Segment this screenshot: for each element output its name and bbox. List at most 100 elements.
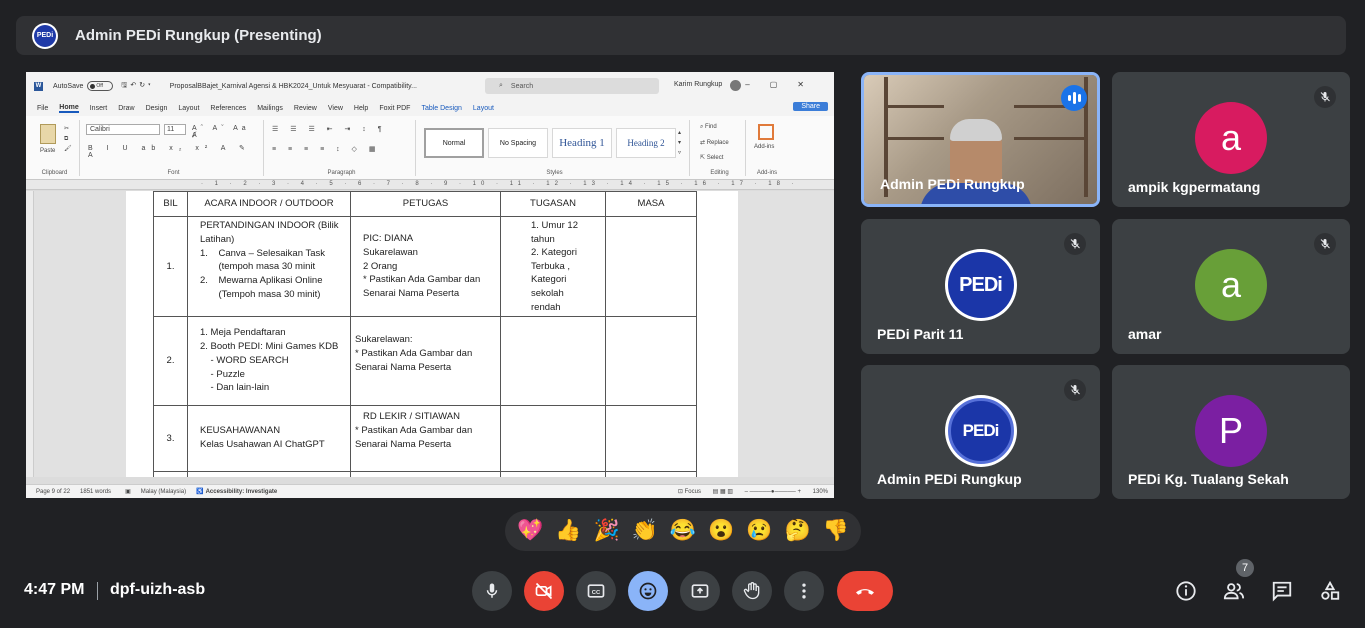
present-icon [691, 584, 709, 598]
addins-button-label[interactable]: Add-ins [754, 144, 774, 150]
tab-table-layout[interactable]: Layout [473, 105, 494, 112]
select-icon: ⇱ [700, 155, 707, 161]
paste-icon[interactable] [40, 124, 56, 144]
mic-button[interactable] [472, 571, 512, 611]
reaction-heart[interactable]: 💖 [517, 519, 543, 543]
view-controls[interactable]: ⊡ Focus ▤ ▦ ▥ – ─────●───── + 130% [668, 488, 828, 495]
share-button[interactable]: Share [793, 102, 828, 111]
reaction-surprised[interactable]: 😮 [708, 519, 734, 543]
page-count[interactable]: Page 9 of 22 [36, 489, 70, 495]
participant-count-badge: 7 [1236, 559, 1254, 577]
raise-hand-button[interactable] [732, 571, 772, 611]
word-app-icon: W [34, 81, 43, 91]
captions-button[interactable]: CC [576, 571, 616, 611]
style-heading-1[interactable]: Heading 1 [552, 128, 612, 158]
reaction-thumbs-down[interactable]: 👎 [823, 519, 849, 543]
editing-group-label: Editing [710, 170, 729, 176]
font-name-select[interactable]: Calibri [86, 124, 160, 135]
styles-group-label: Styles [546, 170, 563, 176]
mic-off-icon [1314, 86, 1336, 108]
reaction-thinking[interactable]: 🤔 [785, 519, 811, 543]
chat-button[interactable] [1269, 578, 1295, 604]
style-no-spacing[interactable]: No Spacing [488, 128, 548, 158]
participant-avatar: P [1195, 395, 1267, 467]
participant-tile[interactable]: a amar [1112, 219, 1350, 354]
word-user-avatar[interactable] [730, 80, 741, 91]
tab-review[interactable]: Review [294, 105, 317, 112]
leave-call-button[interactable] [837, 571, 893, 611]
tugasan-cell [500, 316, 606, 407]
activities-button[interactable] [1317, 578, 1343, 604]
tab-foxit-pdf[interactable]: Foxit PDF [379, 105, 410, 112]
document-page[interactable]: BIL ACARA INDOOR / OUTDOOR PETUGAS TUGAS… [126, 191, 738, 477]
reaction-thumbs-up[interactable]: 👍 [555, 519, 581, 543]
list-buttons[interactable]: ☰ ☰ ☰ ⇤ ⇥ ↕ ¶ [272, 125, 387, 133]
vertical-ruler[interactable] [26, 191, 34, 477]
ruler-marks: · 1 · 2 · 3 · 4 · 5 · 6 · 7 · 8 · 9 · 10… [201, 181, 799, 187]
window-controls[interactable]: –▢✕ [745, 80, 824, 89]
tab-help[interactable]: Help [354, 105, 368, 112]
present-button[interactable] [680, 571, 720, 611]
tab-table-design[interactable]: Table Design [421, 105, 461, 112]
style-normal[interactable]: Normal [424, 128, 484, 158]
addins-icon[interactable] [758, 124, 774, 140]
meeting-info-button[interactable] [1173, 578, 1199, 604]
align-buttons[interactable]: ≡ ≡ ≡ ≡ ↕ ◇ ▦ [272, 145, 381, 153]
find-button[interactable]: ⌕ Find [700, 124, 717, 131]
shared-screen[interactable]: W AutoSave Off 🖫↶↻▾ ProposalBBajet_Karni… [26, 72, 834, 498]
participant-tile[interactable]: PEDi Admin PEDi Rungkup [861, 365, 1100, 499]
reaction-sad[interactable]: 😢 [746, 519, 772, 543]
program-table[interactable]: BIL ACARA INDOOR / OUTDOOR PETUGAS TUGAS… [153, 191, 697, 477]
participant-tile[interactable]: a ampik kgpermatang [1112, 72, 1350, 207]
paste-label[interactable]: Paste [40, 148, 55, 154]
people-icon [1223, 583, 1245, 600]
format-buttons[interactable]: B I U ab x₂ x² A ✎ A [88, 144, 263, 159]
tab-draw[interactable]: Draw [118, 105, 134, 112]
reaction-party[interactable]: 🎉 [593, 519, 619, 543]
tab-mailings[interactable]: Mailings [257, 105, 283, 112]
accessibility-status[interactable]: Accessibility: Investigate [206, 489, 278, 495]
replace-button[interactable]: ⇄ Replace [700, 139, 729, 146]
participant-name: PEDi Kg. Tualang Sekah [1128, 471, 1289, 487]
tab-layout[interactable]: Layout [178, 105, 199, 112]
document-area[interactable]: BIL ACARA INDOOR / OUTDOOR PETUGAS TUGAS… [26, 191, 834, 477]
word-search-box[interactable]: ⌕ Search [485, 78, 659, 94]
font-size-select[interactable]: 11 [164, 124, 186, 135]
tab-file[interactable]: File [37, 105, 48, 112]
participant-tile-video[interactable]: Admin PEDi Rungkup [861, 72, 1100, 207]
language[interactable]: Malay (Malaysia) [141, 489, 186, 495]
font-group: Calibri 11 Aˆ Aˇ Aa Ⱥ B I U ab x₂ x² A ✎… [84, 120, 264, 176]
proofing-icon[interactable]: ▣ [125, 488, 131, 495]
cut-copy-icons[interactable]: ✂ ⧉ 🖌 [64, 124, 72, 154]
zoom-slider[interactable]: – ─────●───── + [745, 489, 801, 495]
quick-access-toolbar[interactable]: 🖫↶↻▾ [121, 81, 153, 92]
select-button[interactable]: ⇱ Select [700, 154, 723, 161]
style-heading-2[interactable]: Heading 2 [616, 128, 676, 158]
petugas-cell: Sukarelawan: * Pastikan Ada Gambar dan S… [350, 316, 501, 407]
pedi-logo-avatar: PEDi [944, 395, 1017, 467]
emoji-button[interactable] [628, 571, 668, 611]
more-options-button[interactable] [784, 571, 824, 611]
mic-off-icon [1314, 233, 1336, 255]
zoom-level[interactable]: 130% [813, 489, 828, 495]
tab-insert[interactable]: Insert [90, 105, 108, 112]
camera-button[interactable] [524, 571, 564, 611]
tab-design[interactable]: Design [146, 105, 168, 112]
word-count[interactable]: 1851 words [80, 489, 111, 495]
styles-scroll[interactable]: ▴ ▾ ▿ [678, 128, 681, 158]
camera-off-icon [535, 582, 553, 600]
acara-cell: PERTANDINGAN INDOOR (Bilik Latihan) 1. C… [187, 215, 351, 318]
participant-tile[interactable]: P PEDi Kg. Tualang Sekah [1112, 365, 1350, 499]
reaction-clap[interactable]: 👏 [632, 519, 658, 543]
reaction-laugh[interactable]: 😂 [670, 519, 696, 543]
tab-references[interactable]: References [210, 105, 246, 112]
tab-home[interactable]: Home [59, 104, 79, 113]
tab-view[interactable]: View [328, 105, 343, 112]
participant-name: PEDi Parit 11 [877, 326, 964, 342]
participant-tile[interactable]: PEDi PEDi Parit 11 [861, 219, 1100, 354]
speaking-indicator-icon [1061, 85, 1087, 111]
horizontal-ruler[interactable]: · 1 · 2 · 3 · 4 · 5 · 6 · 7 · 8 · 9 · 10… [26, 180, 834, 190]
autosave-toggle[interactable]: Off [87, 81, 114, 91]
people-button[interactable] [1221, 578, 1247, 604]
font-size-icons[interactable]: Aˆ Aˇ Aa Ⱥ [192, 125, 263, 139]
